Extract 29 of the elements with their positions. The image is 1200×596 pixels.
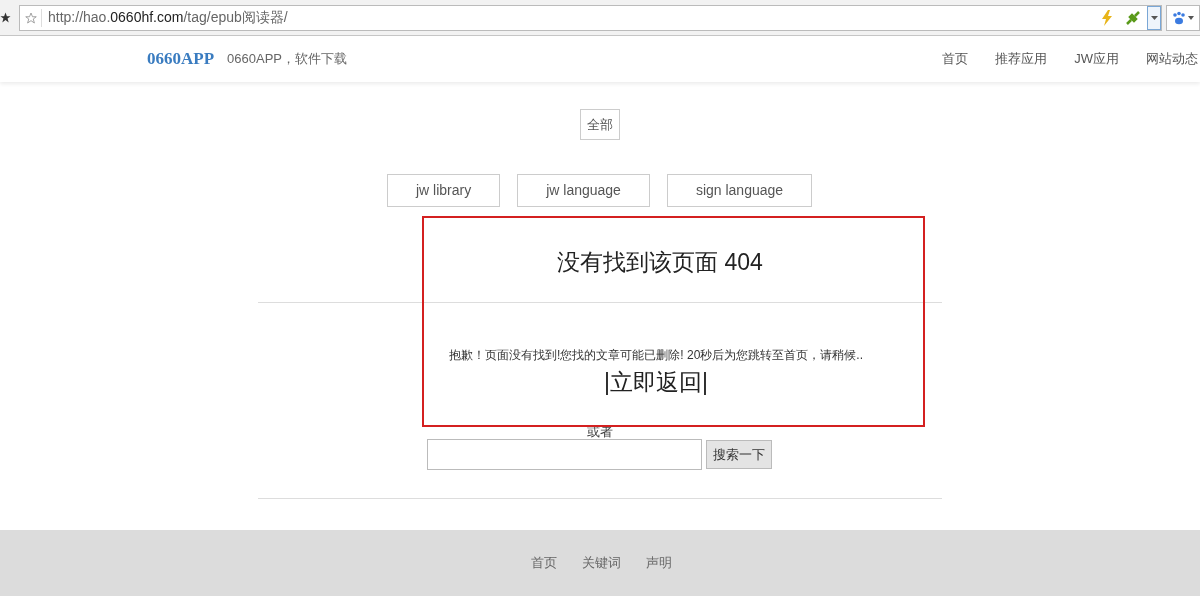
back-link[interactable]: |立即返回| xyxy=(604,367,708,397)
bookmark-icon[interactable] xyxy=(24,11,37,24)
tag-button[interactable]: sign language xyxy=(666,174,813,207)
footer-link[interactable]: 首页 xyxy=(530,553,557,573)
nav-link[interactable]: 首页 xyxy=(942,49,969,69)
address-bar[interactable]: http://hao.0660hf.com/tag/epub阅读器/ xyxy=(19,4,1162,31)
tag-button[interactable]: jw library xyxy=(386,174,501,207)
error-title: 没有找到该页面 404 xyxy=(557,247,763,277)
lightning-icon[interactable] xyxy=(1101,9,1113,26)
site-tagline: 0660APP，软件下载 xyxy=(227,50,347,69)
site-logo[interactable]: 0660APP xyxy=(147,46,215,72)
extension-button[interactable] xyxy=(1166,4,1200,31)
footer-link[interactable]: 声明 xyxy=(645,553,672,573)
caret-icon xyxy=(1150,15,1158,20)
search-button[interactable]: 搜索一下 xyxy=(705,440,772,469)
search-field[interactable] xyxy=(426,439,702,470)
nav-link[interactable]: 推荐应用 xyxy=(995,49,1048,69)
url-text: http://hao.0660hf.com/tag/epub阅读器/ xyxy=(48,8,288,27)
nav-link[interactable]: JW应用 xyxy=(1074,49,1119,69)
dropdown-button[interactable] xyxy=(1147,5,1161,30)
plug-icon[interactable] xyxy=(1125,9,1141,26)
nav-link[interactable]: 网站动态 xyxy=(1146,49,1198,69)
tag-button[interactable]: 全部 xyxy=(580,109,620,140)
star-icon[interactable] xyxy=(0,12,11,23)
paw-icon xyxy=(1172,10,1186,25)
error-message: 抱歉！页面没有找到!您找的文章可能已删除! 20秒后为您跳转至首页，请稍候.. xyxy=(449,347,863,364)
footer-link[interactable]: 关键词 xyxy=(581,553,621,573)
tag-button[interactable]: jw language xyxy=(517,174,650,207)
caret-icon xyxy=(1188,15,1194,20)
